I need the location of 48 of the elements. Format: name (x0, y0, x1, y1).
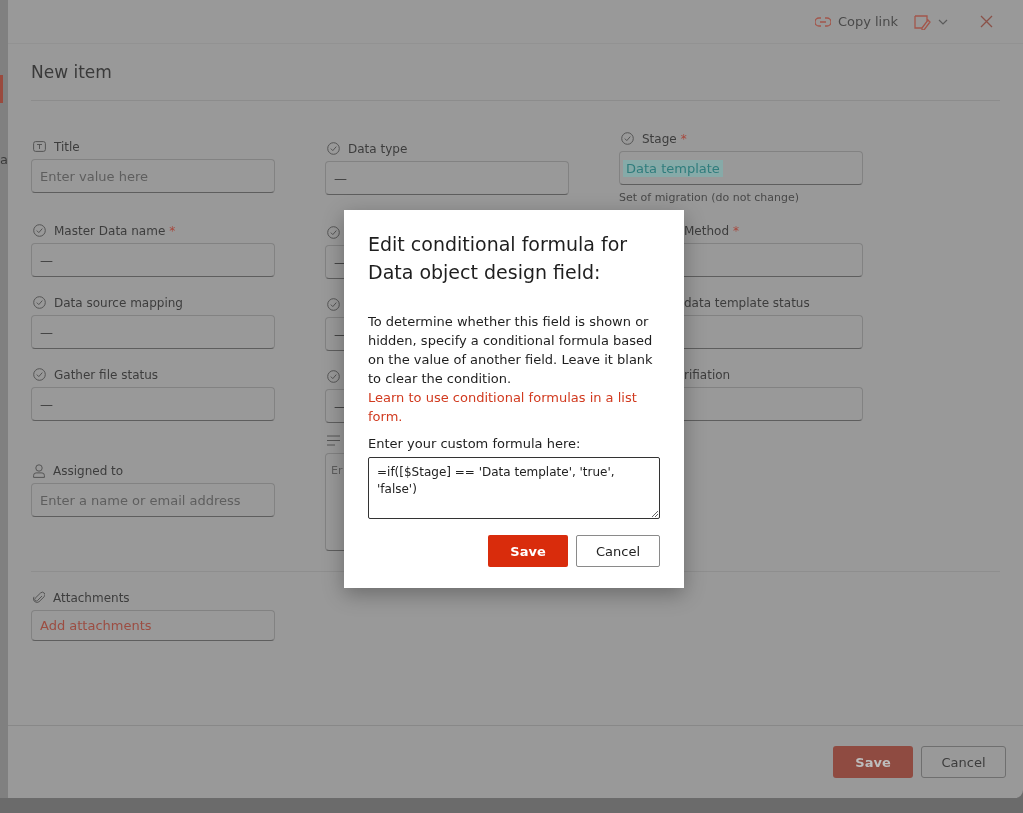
dialog-title: Edit conditional formula for Data object design field: (368, 232, 629, 285)
close-icon (980, 15, 993, 28)
copy-link-button[interactable]: Copy link (810, 12, 902, 31)
save-button[interactable]: Save (488, 535, 568, 567)
resize-handle-icon (651, 510, 658, 517)
field-label: Stage * (642, 131, 687, 146)
tab-marker (0, 75, 3, 103)
form-title: New item (30, 61, 113, 84)
field-label: Assigned to (53, 463, 124, 478)
input-field[interactable]: — (31, 387, 275, 421)
field-label: rifiation (683, 367, 731, 382)
field-label: Data type (348, 141, 408, 156)
person-icon (33, 463, 45, 478)
field-label: Title (54, 139, 80, 154)
cancel-button[interactable]: Cancel (921, 746, 1006, 778)
input-field[interactable]: — (325, 161, 569, 195)
help-link[interactable]: Learn to use conditional formulas in a list form. (368, 388, 660, 426)
formula-label: Enter your custom formula here: (368, 436, 582, 451)
field-label: Attachments (53, 590, 130, 605)
check-circle-icon (327, 142, 340, 155)
text-field-icon (33, 141, 46, 152)
page-text: a (0, 152, 8, 167)
field-hint: Set of migration (do not change) (619, 191, 801, 204)
input-field[interactable]: — (31, 315, 275, 349)
lines-icon (327, 435, 340, 446)
field-label: Data source mapping (54, 295, 183, 310)
check-circle-icon (33, 296, 46, 309)
field-label: Method * (683, 223, 739, 238)
check-circle-icon (621, 132, 634, 145)
caret-icon (938, 18, 948, 25)
check-circle-icon (327, 226, 340, 239)
cancel-button[interactable]: Cancel (576, 535, 660, 567)
input-field[interactable]: Enter value here (31, 159, 275, 193)
check-circle-icon (33, 224, 46, 237)
field-label: Gather file status (54, 367, 159, 382)
form-edit-icon (914, 14, 931, 30)
field-label: Master Data name * (54, 223, 176, 238)
field-label: data template status (683, 295, 810, 310)
check-circle-icon (327, 298, 340, 311)
paperclip-icon (33, 591, 45, 604)
link-icon (814, 16, 831, 27)
dialog-description: To determine whether this field is shown or hidden, specify a conditional formula based on the value of another field. Leave it blank to clear the condition. (368, 313, 654, 388)
input-field[interactable]: — (31, 243, 275, 277)
formula-field[interactable]: =if([$Stage] == 'Data template', 'true', 'false') (368, 457, 660, 519)
people-picker-field[interactable]: Enter a name or email address (31, 483, 275, 517)
check-circle-icon (33, 368, 46, 381)
check-circle-icon (327, 370, 340, 383)
save-button[interactable]: Save (833, 746, 913, 778)
